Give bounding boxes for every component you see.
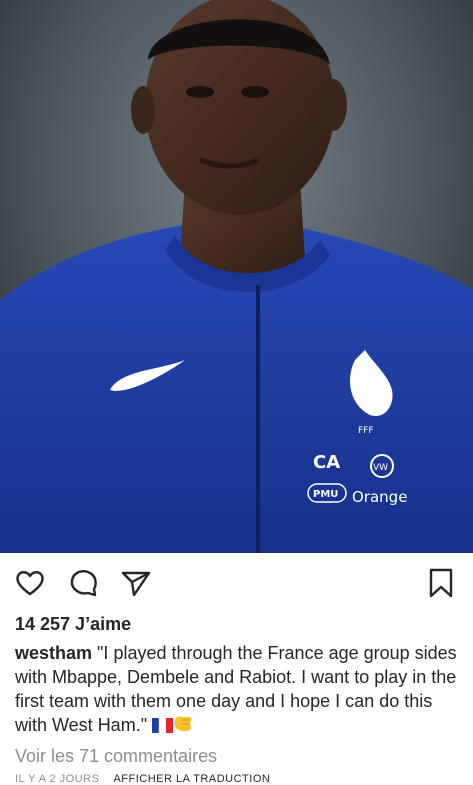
bookmark-icon[interactable]: [425, 567, 457, 599]
heart-icon[interactable]: [14, 567, 46, 599]
likes-count[interactable]: 14 257 J’aime: [15, 614, 131, 635]
france-flag-emoji: [152, 715, 174, 739]
post-image[interactable]: FFF CA VW PMU Orange: [0, 0, 473, 553]
svg-text:FFF: FFF: [358, 426, 374, 436]
post-meta: IL Y A 2 JOURS AFFICHER LA TRADUCTION: [15, 773, 270, 785]
fist-emoji: [173, 715, 193, 739]
send-icon[interactable]: [120, 567, 152, 599]
sponsor-orange: Orange: [352, 488, 407, 506]
sponsor-ca: CA: [313, 452, 340, 473]
post-action-bar: [0, 553, 473, 611]
view-comments-link[interactable]: Voir les 71 commentaires: [15, 746, 217, 767]
translate-link[interactable]: AFFICHER LA TRADUCTION: [113, 773, 270, 785]
post-timestamp: IL Y A 2 JOURS: [15, 773, 100, 785]
svg-text:PMU: PMU: [313, 489, 338, 500]
comment-icon[interactable]: [68, 567, 100, 599]
post-caption: westham "I played through the France age…: [15, 641, 460, 739]
caption-username[interactable]: westham: [15, 643, 92, 663]
player-photo: FFF CA VW PMU Orange: [0, 0, 473, 553]
svg-text:VW: VW: [373, 463, 388, 473]
